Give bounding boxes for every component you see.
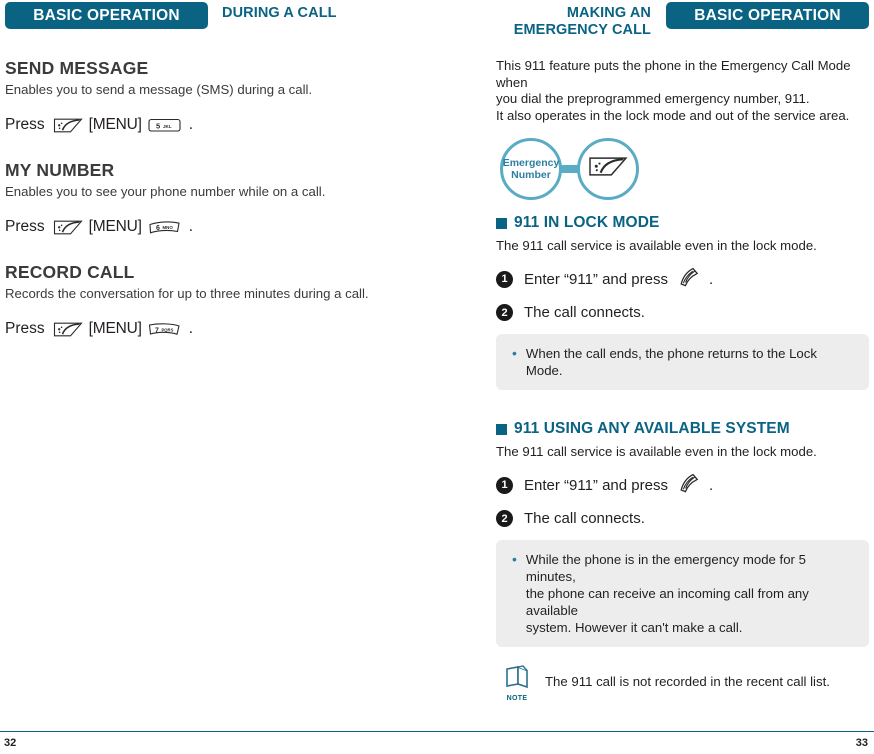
section-911-using-any-available-system: 911 USING ANY AVAILABLE SYSTEM The 911 c… bbox=[496, 420, 869, 647]
step-item: 2 The call connects. bbox=[496, 510, 869, 527]
feature-description: Enables you to see your phone number whi… bbox=[5, 184, 326, 199]
page-header: BASIC OPERATION DURING A CALL MAKING AN … bbox=[0, 0, 874, 48]
keypad-key-6-icon: 6 MNO bbox=[148, 220, 181, 235]
send-key-icon bbox=[678, 473, 700, 497]
press-instruction: Press [MENU] 6 MNO . bbox=[5, 218, 425, 236]
send-key-icon bbox=[53, 321, 83, 338]
breadcrumb-making-an-emergency-call: MAKING AN EMERGENCY CALL bbox=[420, 5, 651, 39]
svg-text:6: 6 bbox=[156, 225, 160, 232]
feature-description: Records the conversation for up to three… bbox=[5, 286, 369, 301]
feature-title: RECORD CALL bbox=[5, 262, 135, 282]
keypad-key-7-icon: 7 PQRS bbox=[148, 322, 181, 337]
step-number-badge: 1 bbox=[496, 270, 513, 288]
right-page-content: This 911 feature puts the phone in the E… bbox=[496, 58, 869, 702]
svg-text:5: 5 bbox=[156, 121, 160, 130]
menu-label: [MENU] bbox=[88, 218, 142, 235]
step-period: . bbox=[708, 476, 714, 494]
callout-text: While the phone is in the emergency mode… bbox=[526, 551, 855, 636]
diagram-emergency-number-circle: Emergency Number bbox=[500, 138, 562, 200]
send-key-icon bbox=[588, 155, 628, 183]
press-label: Press bbox=[5, 320, 45, 337]
banner-basic-operation-left: BASIC OPERATION bbox=[5, 2, 208, 29]
step-text: Enter “911” and press bbox=[524, 270, 668, 288]
press-period: . bbox=[188, 218, 193, 235]
press-period: . bbox=[188, 320, 193, 337]
callout-box: • When the call ends, the phone returns … bbox=[496, 334, 869, 390]
menu-label: [MENU] bbox=[88, 320, 142, 337]
send-key-icon bbox=[678, 267, 700, 291]
menu-label: [MENU] bbox=[88, 116, 142, 133]
section-heading: 911 IN LOCK MODE bbox=[496, 214, 869, 232]
intro-line-2: you dial the preprogrammed emergency num… bbox=[496, 91, 810, 106]
step-text: The call connects. bbox=[524, 510, 645, 527]
svg-text:7: 7 bbox=[155, 327, 159, 334]
section-heading-label: 911 USING ANY AVAILABLE SYSTEM bbox=[514, 420, 790, 437]
svg-text:MNO: MNO bbox=[162, 224, 173, 229]
send-key-icon bbox=[53, 219, 83, 236]
bullet-icon: • bbox=[512, 345, 517, 361]
square-bullet-icon bbox=[496, 423, 507, 435]
press-label: Press bbox=[5, 116, 45, 133]
breadcrumb-during-a-call: DURING A CALL bbox=[222, 5, 337, 22]
feature-record-call: RECORD CALL Records the conversation for… bbox=[5, 262, 425, 338]
press-instruction: Press [MENU] 5 JKL . bbox=[5, 116, 425, 134]
intro-line-1: This 911 feature puts the phone in the E… bbox=[496, 58, 851, 90]
step-item: 2 The call connects. bbox=[496, 304, 869, 321]
section-subtext: The 911 call service is available even i… bbox=[496, 444, 817, 459]
emergency-call-diagram: Emergency Number bbox=[500, 138, 660, 200]
svg-text:PQRS: PQRS bbox=[161, 327, 173, 332]
step-item: 1 Enter “911” and press . bbox=[496, 267, 869, 291]
step-number-badge: 2 bbox=[496, 304, 513, 321]
step-text: Enter “911” and press bbox=[524, 476, 668, 494]
press-period: . bbox=[188, 116, 193, 133]
callout-box: • While the phone is in the emergency mo… bbox=[496, 540, 869, 647]
note-block: NOTE The 911 call is not recorded in the… bbox=[496, 665, 869, 702]
step-text: The call connects. bbox=[524, 304, 645, 321]
feature-my-number: MY NUMBER Enables you to see your phone … bbox=[5, 160, 425, 236]
banner-basic-operation-right: BASIC OPERATION bbox=[666, 2, 869, 29]
svg-text:JKL: JKL bbox=[163, 123, 172, 128]
banner-left-label: BASIC OPERATION bbox=[33, 6, 180, 24]
step-number-badge: 2 bbox=[496, 510, 513, 527]
emergency-intro-paragraph: This 911 feature puts the phone in the E… bbox=[496, 58, 869, 124]
left-page-content: SEND MESSAGE Enables you to send a messa… bbox=[5, 58, 425, 364]
feature-title: MY NUMBER bbox=[5, 160, 115, 180]
square-bullet-icon bbox=[496, 217, 507, 229]
diagram-send-key-circle bbox=[577, 138, 639, 200]
intro-line-3: It also operates in the lock mode and ou… bbox=[496, 107, 850, 123]
section-911-in-lock-mode: 911 IN LOCK MODE The 911 call service is… bbox=[496, 214, 869, 390]
breadcrumb-right-line2: EMERGENCY CALL bbox=[513, 22, 651, 38]
feature-send-message: SEND MESSAGE Enables you to send a messa… bbox=[5, 58, 425, 134]
callout-line-2: the phone can receive an incoming call f… bbox=[525, 586, 809, 618]
section-heading: 911 USING ANY AVAILABLE SYSTEM bbox=[496, 420, 869, 438]
diagram-label-line1: Emergency bbox=[502, 156, 560, 169]
bullet-icon: • bbox=[512, 551, 517, 567]
section-heading-label: 911 IN LOCK MODE bbox=[514, 214, 660, 231]
diagram-label-line2: Number bbox=[511, 169, 551, 181]
keypad-key-5-icon: 5 JKL bbox=[148, 118, 181, 133]
send-key-icon bbox=[53, 117, 83, 134]
step-item: 1 Enter “911” and press . bbox=[496, 473, 869, 497]
step-period: . bbox=[708, 270, 714, 288]
press-instruction: Press [MENU] 7 PQRS . bbox=[5, 320, 425, 338]
section-subtext: The 911 call service is available even i… bbox=[496, 238, 817, 253]
callout-line-3: system. However it can't make a call. bbox=[525, 620, 743, 635]
page-number-left: 32 bbox=[4, 737, 17, 749]
press-label: Press bbox=[5, 218, 45, 235]
feature-title: SEND MESSAGE bbox=[5, 58, 149, 78]
note-label: NOTE bbox=[506, 695, 528, 702]
feature-description: Enables you to send a message (SMS) duri… bbox=[5, 82, 313, 97]
callout-text: When the call ends, the phone returns to… bbox=[526, 345, 855, 379]
page-number-right: 33 bbox=[855, 737, 868, 749]
callout-line-1: When the call ends, the phone returns to… bbox=[525, 346, 817, 378]
callout-line-1: While the phone is in the emergency mode… bbox=[525, 552, 806, 584]
breadcrumb-right-line1: MAKING AN bbox=[566, 5, 651, 21]
note-text: The 911 call is not recorded in the rece… bbox=[545, 674, 830, 689]
footer-divider bbox=[0, 731, 874, 732]
step-number-badge: 1 bbox=[496, 476, 513, 494]
breadcrumb-left-label: DURING A CALL bbox=[222, 5, 337, 21]
banner-right-label: BASIC OPERATION bbox=[694, 6, 841, 24]
note-icon: NOTE bbox=[502, 665, 532, 702]
